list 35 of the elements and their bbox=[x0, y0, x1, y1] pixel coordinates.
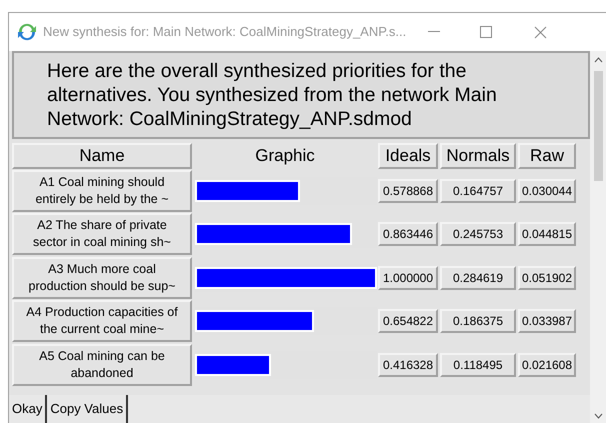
table-cell: 0.245753 bbox=[440, 222, 516, 246]
table-cell: 0.654822 bbox=[378, 309, 438, 334]
table-cell: A1 Coal mining should entirely be held by the ~ bbox=[12, 170, 192, 212]
table-cell: 0.118495 bbox=[440, 352, 516, 377]
column-header: Raw bbox=[518, 143, 576, 169]
column-header: Normals bbox=[440, 143, 516, 169]
scroll-down-icon[interactable] bbox=[594, 413, 602, 419]
scroll-up-icon[interactable] bbox=[594, 57, 602, 63]
table-cell: 0.416328 bbox=[378, 352, 438, 377]
scrollbar[interactable] bbox=[590, 51, 606, 423]
table-cell: 0.284619 bbox=[440, 266, 516, 290]
table-cell: 0.164757 bbox=[440, 178, 516, 203]
message-panel: Here are the overall synthesized priorities for the alternatives. You synthesized from the network Main Network: CoalMiningStrategy_ANP.sdmod bbox=[12, 51, 590, 139]
scroll-thumb[interactable] bbox=[594, 71, 602, 181]
table-cell: A5 Coal mining can be abandoned bbox=[12, 344, 192, 386]
table-cell: 0.863446 bbox=[378, 222, 438, 246]
table-cell: 0.578868 bbox=[378, 178, 438, 203]
table-cell: 0.044815 bbox=[518, 222, 576, 246]
column-header: Name bbox=[12, 143, 192, 169]
table-cell: A3 Much more coal production should be sup~ bbox=[12, 256, 192, 299]
table-cell: A2 The share of private sector in coal mining sh~ bbox=[12, 213, 192, 256]
table-cell: 0.033987 bbox=[518, 309, 576, 334]
column-header: Ideals bbox=[378, 143, 438, 169]
app-logo-icon bbox=[17, 23, 37, 41]
window-title: New synthesis for: Main Network: CoalMiningStrategy_ANP.s... bbox=[43, 23, 406, 42]
table-cell: 0.021608 bbox=[518, 352, 576, 377]
close-icon[interactable] bbox=[534, 26, 548, 38]
table-cell: 0.051902 bbox=[518, 266, 576, 290]
table-cell: 0.030044 bbox=[518, 178, 576, 203]
column-header: Graphic bbox=[254, 145, 316, 167]
maximize-icon[interactable] bbox=[480, 26, 492, 38]
table-cell: 0.186375 bbox=[440, 309, 516, 334]
table-cell: 1.000000 bbox=[378, 266, 438, 290]
minimize-icon[interactable] bbox=[428, 31, 440, 33]
table-cell: A4 Production capacities of the current coal mine~ bbox=[12, 300, 192, 342]
